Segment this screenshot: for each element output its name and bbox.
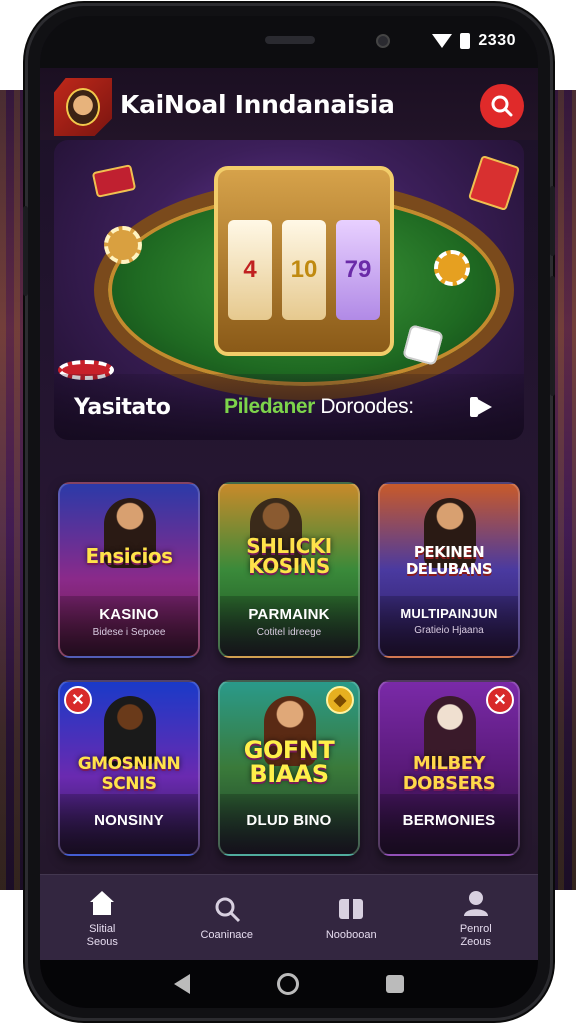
app-title: KaiNoal Inndanaisia [120,90,395,119]
logo-avatar-icon [66,88,100,126]
app-logo[interactable] [54,78,112,136]
slot-reel: 79 [336,220,380,320]
hero-caption-bar: Yasitato Piledaner Doroodes: [54,374,524,440]
status-bar: 2330 [40,16,538,68]
game-title: DLUD BINO [246,812,332,829]
game-art-text: PEKINEN DELUBANS [405,543,493,578]
game-info: BERMONIES [380,794,518,854]
nav-item-profile[interactable]: Penrol Zeous [421,887,531,949]
hero-banner[interactable]: 4 10 79 Yasitato Piledaner Doroodes: [54,140,524,440]
game-info: KASINO Bidese i Sepoee [60,596,198,656]
chip-icon [434,250,470,286]
speaker-grille [265,36,315,44]
wifi-icon [432,34,453,48]
volume-button [550,186,555,256]
nav-item-search[interactable]: Coaninace [172,893,282,942]
game-card[interactable]: GOFNT BIAAS ◆ DLUD BINO [218,680,360,856]
game-subtitle: Bidese i Sepoee [92,627,166,638]
home-icon [47,887,157,919]
game-title: MULTIPAINJUN [400,606,498,621]
ticket-icon [91,164,137,198]
game-grid: Ensicios KASINO Bidese i Sepoee SHLICKI … [58,482,524,856]
nav-item-promo[interactable]: Noobooan [296,893,406,942]
game-art-text: SHLICKI KOSINS [246,534,332,578]
game-info: MULTIPAINJUN Gratieio Hjaana [380,596,518,656]
game-art: Ensicios [60,484,198,604]
game-art: PEKINEN DELUBANS [380,484,518,604]
close-icon[interactable]: ✕ [64,686,92,714]
hero-right-label-rest: Doroodes: [314,395,414,418]
game-card[interactable]: SHLICKI KOSINS PARMAINK Cotitel idreege [218,482,360,658]
lantern-icon [467,154,521,212]
game-subtitle: Cotitel idreege [256,627,322,638]
game-art-text: GMOSNINN SCNIS [77,754,181,794]
search-icon [491,95,513,117]
game-art: SHLICKI KOSINS [220,484,358,604]
promo-icon [296,893,406,925]
system-navigation-bar [40,960,538,1008]
hero-left-label[interactable]: Yasitato [74,395,224,420]
back-icon[interactable] [173,974,190,994]
game-title: KASINO [99,606,159,623]
game-info: DLUD BINO [220,794,358,854]
front-camera [376,34,390,48]
recent-apps-icon[interactable] [386,975,405,993]
phone-frame: 2330 KaiNoal Inndanaisia 4 10 79 Yasitat… [23,6,555,1018]
hero-right-label[interactable]: Piledaner Doroodes: [224,395,470,419]
nav-item-home[interactable]: Slitial Seous [47,887,157,949]
game-art-text: Ensicios [85,544,173,568]
game-title: BERMONIES [402,812,496,829]
game-card[interactable]: PEKINEN DELUBANS MULTIPAINJUN Gratieio H… [378,482,520,658]
coin-icon: ◆ [326,686,354,714]
power-button [550,276,555,396]
close-icon[interactable]: ✕ [486,686,514,714]
nav-label: Coaninace [200,929,254,941]
next-arrow-icon[interactable] [470,394,504,420]
search-button[interactable] [480,84,524,128]
slot-machine-illustration: 4 10 79 [214,166,394,356]
bottom-navigation: Slitial Seous Coaninace Noobooan Penrol … [40,874,538,960]
nav-label: Penrol Zeous [459,922,492,948]
status-time: 2330 [478,32,516,49]
game-art-text: MILBEY DOBSERS [402,753,496,794]
game-card[interactable]: GMOSNINN SCNIS ✕ NONSINY [58,680,200,856]
battery-icon [460,33,471,49]
game-title: NONSINY [94,812,164,829]
search-icon [172,893,282,925]
status-icons: 2330 [432,32,516,50]
side-button [23,206,28,296]
user-icon [421,887,531,919]
game-card[interactable]: MILBEY DOBSERS ✕ BERMONIES [378,680,520,856]
slot-reel: 4 [228,220,272,320]
app-header: KaiNoal Inndanaisia [40,68,538,140]
game-title: PARMAINK [248,606,330,623]
game-card[interactable]: Ensicios KASINO Bidese i Sepoee [58,482,200,658]
slot-reel: 10 [282,220,326,320]
hero-right-label-green: Piledaner [224,395,315,418]
game-art-text: GOFNT BIAAS [243,736,335,788]
game-subtitle: Gratieio Hjaana [414,625,484,636]
phone-screen: 2330 KaiNoal Inndanaisia 4 10 79 Yasitat… [40,16,538,1008]
game-info: PARMAINK Cotitel idreege [220,596,358,656]
game-info: NONSINY [60,794,198,854]
home-button-icon[interactable] [276,973,299,995]
chip-icon [104,226,142,264]
nav-label: Slitial Seous [86,922,118,948]
nav-label: Noobooan [325,929,377,941]
